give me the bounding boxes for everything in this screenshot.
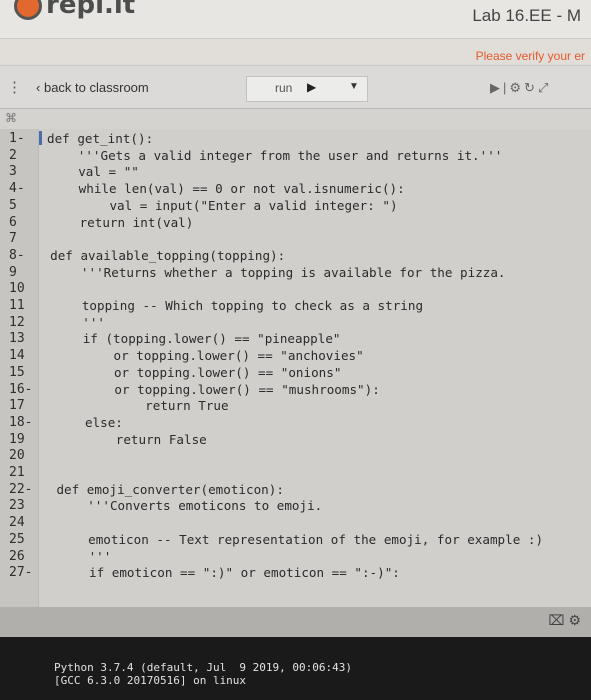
console-panel[interactable]: Python 3.7.4 (default, Jul 9 2019, 00:06… (0, 637, 591, 700)
step-icon[interactable]: ▶| (490, 80, 509, 95)
cursor (39, 131, 42, 145)
line-number: 3 (9, 164, 17, 180)
line-number: 22- (9, 481, 33, 497)
code-line: def emoji_converter(emoticon): (56, 481, 284, 497)
code-line: '''Gets a valid integer from the user an… (47, 147, 503, 163)
settings-icon[interactable]: ⚙ (568, 612, 581, 628)
line-number: 25 (9, 531, 25, 547)
code-line: val = "" (47, 164, 139, 180)
reload-icon[interactable]: ↻ (524, 80, 538, 95)
top-bar: repl.it Lab 16.EE - M (0, 0, 591, 39)
code-line: emoticon -- Text representation of the e… (57, 531, 544, 547)
line-number: 1- (9, 131, 25, 146)
line-number: 27- (9, 565, 33, 581)
code-line: or topping.lower() == "anchovies" (52, 348, 364, 364)
code-line: return int(val) (49, 214, 194, 230)
line-number: 21 (9, 465, 25, 480)
line-number: 7 (9, 231, 17, 247)
code-line: ''' (51, 314, 106, 330)
line-number: 17 (9, 398, 25, 414)
expand-icon[interactable]: ⤢ (538, 80, 551, 95)
line-number: 16- (9, 381, 33, 397)
editor-toolbar: ⋮ ‹ back to classroom run ▶ ▼ ▶|⚙↻⤢ (0, 66, 591, 109)
clear-icon[interactable]: ⌧ (548, 612, 564, 628)
vertical-dots-icon[interactable]: ⋮ (7, 78, 22, 96)
code-line: def get_int(): (47, 131, 154, 146)
back-to-classroom-link[interactable]: ‹ back to classroom (36, 80, 149, 95)
code-line: return True (54, 398, 229, 414)
console-line: Python 3.7.4 (default, Jul 9 2019, 00:06… (54, 661, 353, 674)
line-number: 14 (9, 348, 25, 364)
line-number: 12 (9, 314, 25, 330)
line-number: 13 (9, 331, 25, 347)
code-line: def available_topping(topping): (50, 247, 286, 263)
console-header-icons: ⌧ ⚙ (548, 612, 581, 629)
code-line: '''Returns whether a topping is availabl… (50, 264, 506, 280)
code-line: val = input("Enter a valid integer: ") (48, 197, 398, 213)
code-line: '''Converts emoticons to emoji. (56, 498, 323, 514)
line-number: 24 (9, 515, 25, 531)
code-line: ''' (58, 548, 112, 564)
line-number: 26 (9, 548, 25, 564)
replit-logo-icon (14, 0, 42, 20)
caret-down-icon[interactable]: ▼ (349, 81, 359, 92)
play-icon: ▶ (307, 80, 317, 94)
code-line: topping -- Which topping to check as a s… (51, 298, 424, 313)
code-line: or topping.lower() == "mushrooms"): (53, 381, 380, 397)
verify-email-notice[interactable]: Please verify your er (476, 49, 585, 63)
settings-icon[interactable]: ⚙ (509, 80, 524, 95)
run-label: run (275, 81, 293, 95)
chevron-left-icon: ‹ (36, 80, 41, 95)
file-icon[interactable]: ⌘ (5, 111, 17, 125)
console-line: [GCC 6.3.0 20170516] on linux (54, 674, 247, 687)
code-line: or topping.lower() == "onions" (53, 364, 342, 380)
back-label: back to classroom (43, 80, 149, 95)
code-line: else: (54, 414, 123, 430)
line-number: 19 (9, 431, 25, 447)
line-number: 10 (9, 281, 25, 297)
run-button[interactable]: run ▶ ▼ (246, 76, 368, 102)
console-header: ⌧ ⚙ (0, 607, 591, 637)
code-line: return False (55, 431, 207, 447)
code-editor[interactable]: def get_int(): '''Gets a valid integer f… (39, 129, 591, 607)
notice-bar: Please verify your er (0, 39, 591, 65)
code-line: if (topping.lower() == "pineapple" (52, 331, 341, 347)
line-number: 8- (9, 247, 25, 263)
line-number: 18- (9, 414, 33, 430)
file-strip: ⌘ (0, 109, 591, 129)
logo-text: repl.it (46, 0, 136, 20)
line-number: 6 (9, 214, 17, 230)
line-number: 9 (9, 264, 17, 280)
line-number: 23 (9, 498, 25, 514)
code-line: while len(val) == 0 or not val.isnumeric… (48, 181, 405, 197)
line-number: 5 (9, 197, 17, 213)
replit-logo[interactable]: repl.it (14, 0, 135, 20)
line-number: 2 (9, 147, 17, 163)
line-number: 20 (9, 448, 25, 464)
toolbar-right-icons: ▶|⚙↻⤢ (490, 80, 551, 96)
lab-title: Lab 16.EE - M (472, 6, 581, 25)
code-line: if emoticon == ":)" or emoticon == ":-)"… (58, 565, 400, 581)
line-number-gutter: 1- 2 3 4- 5 6 7 8- 9 10 11 12 13 14 15 16- 17 18- 19 20 21 22… (0, 129, 39, 607)
line-number: 4- (9, 181, 25, 197)
line-number: 15 (9, 364, 25, 380)
line-number: 11 (9, 298, 25, 313)
